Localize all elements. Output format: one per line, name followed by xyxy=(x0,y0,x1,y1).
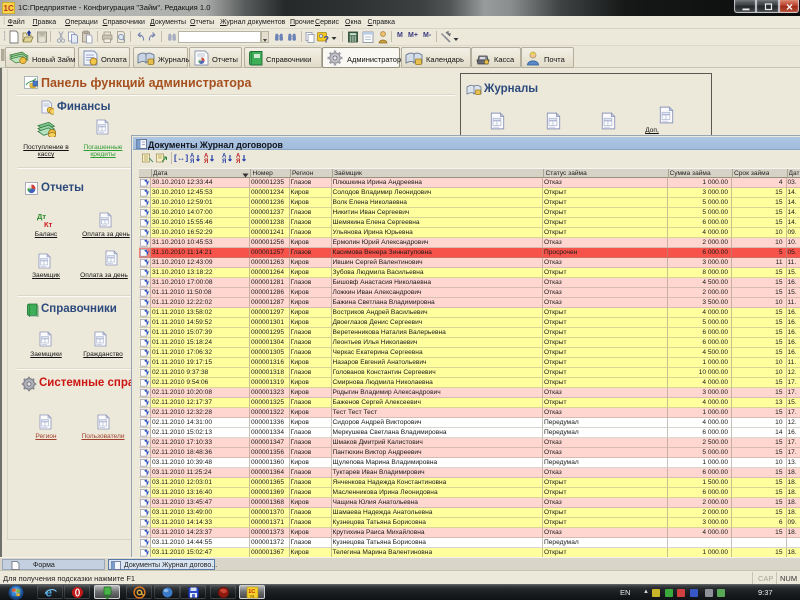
svg-text:1С: 1С xyxy=(4,4,14,13)
svg-text:V8: V8 xyxy=(249,593,255,598)
svg-text:Я: Я xyxy=(204,159,208,164)
svg-text:Я: Я xyxy=(190,159,194,164)
svg-text:[↔]: [↔] xyxy=(174,153,188,163)
svg-text:?: ? xyxy=(324,35,330,45)
svg-text:Я: Я xyxy=(236,159,240,164)
svg-text:Я: Я xyxy=(222,159,226,164)
